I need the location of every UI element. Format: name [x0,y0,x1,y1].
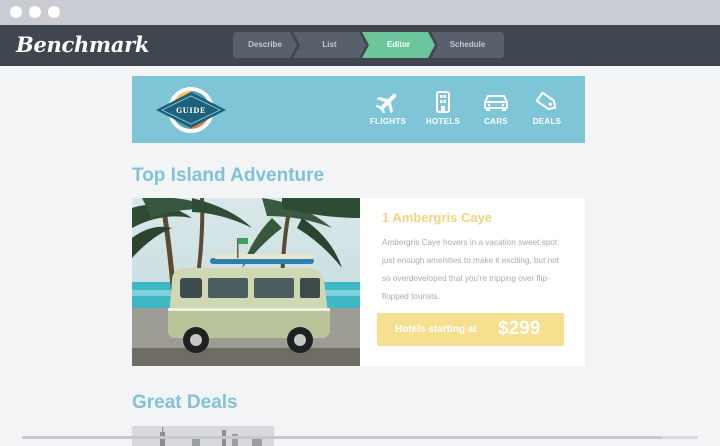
guide-logo: GUIDE [156,87,226,133]
step-list[interactable]: List [293,32,366,58]
app-header: Benchmark Describe List Editor Schedule [0,25,720,66]
hotels-cta-button[interactable]: Hotels starting at $299 [377,313,564,346]
step-editor[interactable]: Editor [362,32,435,58]
window-maximize-dot[interactable] [48,6,60,18]
nav-deals-label: DEALS [532,117,562,126]
nav-flights[interactable]: FLIGHTS [365,91,411,126]
cta-price: $299 [498,318,541,339]
plane-icon [375,93,397,113]
email-template: GUIDE FLIGHTS HOTELS CARS DEALS Top Isla… [132,66,585,446]
nav-deals[interactable]: DEALS [524,91,570,126]
car-icon [484,95,508,111]
section-title-top-island[interactable]: Top Island Adventure [132,165,324,187]
hotel-icon [436,91,450,113]
van-beach-image [132,198,360,366]
window-minimize-dot[interactable] [29,6,41,18]
tag-icon [535,91,557,110]
nav-cars-label: CARS [484,117,508,126]
cta-label: Hotels starting at [395,324,477,335]
horizontal-scrollbar[interactable] [22,436,698,439]
van-beach-photo[interactable] [132,198,360,366]
step-describe[interactable]: Describe [233,32,297,58]
destination-card: 1 Ambergris Caye Ambergris Caye hovers i… [360,198,585,366]
email-banner[interactable]: GUIDE FLIGHTS HOTELS CARS DEALS [132,76,585,143]
nav-hotels-label: HOTELS [425,117,461,126]
nav-cars[interactable]: CARS [473,91,519,126]
destination-title[interactable]: 1 Ambergris Caye [382,210,492,225]
section-title-great-deals[interactable]: Great Deals [132,392,238,414]
destination-description[interactable]: Ambergris Caye hovers in a vacation swee… [382,234,567,306]
benchmark-logo[interactable]: Benchmark [16,32,149,57]
nav-hotels[interactable]: HOTELS [420,91,466,126]
scrollbar-thumb[interactable] [22,436,662,439]
nav-flights-label: FLIGHTS [369,117,407,126]
editor-canvas: GUIDE FLIGHTS HOTELS CARS DEALS Top Isla… [0,66,720,446]
step-schedule[interactable]: Schedule [431,32,504,58]
window-close-dot[interactable] [10,6,22,18]
guide-logo-text: GUIDE [176,106,206,115]
window-titlebar [0,0,720,25]
